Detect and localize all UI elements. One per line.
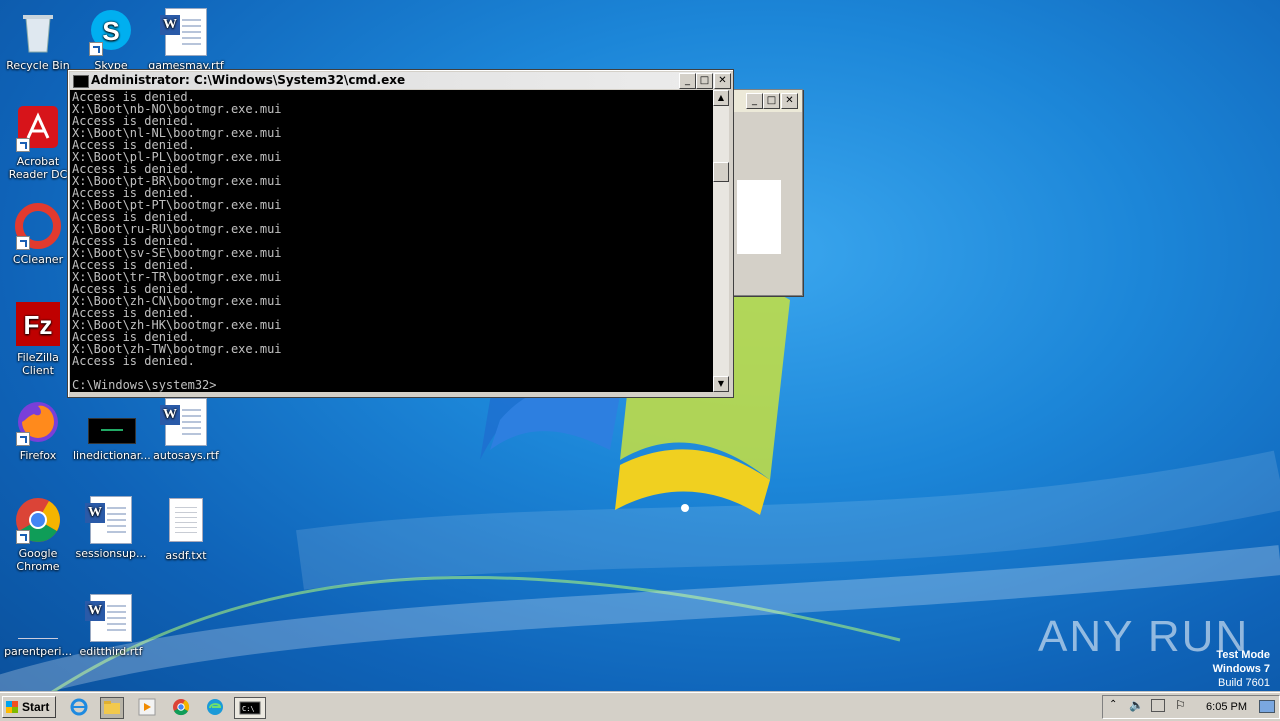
minimize-button[interactable]: _ [679, 73, 696, 89]
maximize-button[interactable]: □ [696, 73, 713, 89]
desktop-icon-chrome[interactable]: Google Chrome [0, 496, 76, 573]
recycle-bin-icon [14, 8, 62, 56]
shortcut-arrow-icon [16, 530, 30, 544]
windows-flag-icon [6, 701, 18, 713]
test-mode-watermark: Test Mode Windows 7 Build 7601 [1212, 649, 1270, 689]
internet-explorer-icon[interactable] [68, 697, 90, 717]
acrobat-icon [14, 104, 62, 152]
word-document-icon: W [160, 8, 210, 56]
desktop-icon-gamesmay[interactable]: W gamesmay.rtf [148, 8, 224, 72]
background-window-titlebar[interactable]: _ □ ✕ [734, 90, 802, 112]
desktop-icon-acrobat[interactable]: Acrobat Reader DC [0, 104, 76, 181]
svg-text:Fz: Fz [24, 310, 53, 340]
scroll-up-button[interactable]: ▲ [713, 90, 729, 106]
desktop-icon-editthird[interactable]: W editthird.rtf [73, 594, 149, 658]
ccleaner-icon [14, 202, 62, 250]
chrome-taskbar-icon[interactable] [170, 697, 192, 717]
background-window-panel [737, 180, 781, 254]
volume-icon[interactable]: 🔈 [1129, 698, 1144, 712]
desktop-icon-parentperi[interactable]: parentperi... [0, 594, 76, 658]
chrome-icon [14, 496, 62, 544]
desktop-icon-skype[interactable]: S Skype [73, 8, 149, 72]
desktop-icon-autosays[interactable]: W autosays.rtf [148, 398, 224, 462]
maximize-button[interactable]: □ [763, 93, 780, 109]
text-document-icon [162, 498, 210, 546]
svg-text:S: S [102, 16, 119, 46]
svg-text:C:\: C:\ [242, 705, 255, 713]
network-icon[interactable] [1151, 699, 1165, 712]
close-button[interactable]: ✕ [781, 93, 798, 109]
console-text: Access is denied. X:\Boot\nb-NO\bootmgr.… [72, 90, 282, 392]
vertical-scrollbar[interactable]: ▲ ▼ [713, 90, 729, 392]
word-document-icon: W [160, 398, 210, 446]
cmd-taskbar-icon[interactable]: C:\ [234, 697, 266, 719]
system-tray: ⌃ 🔈 ⚐ 6:05 PM [1102, 695, 1280, 719]
cmd-icon [73, 75, 89, 88]
desktop-icon-recycle-bin[interactable]: Recycle Bin [0, 8, 76, 72]
file-explorer-icon[interactable] [100, 697, 124, 719]
word-document-icon: W [85, 496, 135, 544]
console-output[interactable]: Access is denied. X:\Boot\nb-NO\bootmgr.… [70, 90, 713, 392]
cmd-window[interactable]: Administrator: C:\Windows\System32\cmd.e… [67, 69, 734, 398]
clock[interactable]: 6:05 PM [1206, 701, 1247, 713]
close-button[interactable]: ✕ [714, 73, 731, 89]
window-title: Administrator: C:\Windows\System32\cmd.e… [91, 73, 406, 87]
show-desktop-icon[interactable] [1259, 700, 1275, 713]
desktop-icon-filezilla[interactable]: Fz FileZilla Client [0, 300, 76, 377]
scroll-thumb[interactable] [713, 162, 729, 182]
shortcut-arrow-icon [89, 42, 103, 56]
word-document-icon: W [85, 594, 135, 642]
cmd-titlebar[interactable]: Administrator: C:\Windows\System32\cmd.e… [70, 72, 731, 89]
taskbar: Start C:\ ⌃ 🔈 ⚐ 6:05 PM [0, 692, 1280, 721]
background-window[interactable]: _ □ ✕ [733, 89, 803, 296]
desktop-icon-linedictionary[interactable]: linedictionar... [73, 398, 151, 462]
desktop-icon-asdf[interactable]: asdf.txt [148, 496, 224, 562]
show-hidden-icons-icon[interactable]: ⌃ [1109, 699, 1117, 710]
minimize-button[interactable]: _ [746, 93, 763, 109]
shortcut-arrow-icon [16, 236, 30, 250]
desktop-icon-firefox[interactable]: Firefox [0, 398, 76, 462]
filezilla-icon: Fz [14, 300, 62, 348]
skype-icon: S [87, 8, 135, 56]
media-player-icon[interactable] [136, 697, 158, 717]
shortcut-arrow-icon [16, 432, 30, 446]
blank-thumbnail-icon [14, 594, 62, 642]
start-button[interactable]: Start [2, 696, 56, 718]
terminal-thumbnail-icon [87, 398, 136, 446]
firefox-icon [14, 398, 62, 446]
scroll-down-button[interactable]: ▼ [713, 376, 729, 392]
desktop-icon-sessionsup[interactable]: W sessionsup... [73, 496, 149, 560]
edge-icon[interactable] [204, 697, 226, 717]
action-center-flag-icon[interactable]: ⚐ [1175, 698, 1186, 712]
desktop-icon-ccleaner[interactable]: CCleaner [0, 202, 76, 266]
shortcut-arrow-icon [16, 138, 30, 152]
